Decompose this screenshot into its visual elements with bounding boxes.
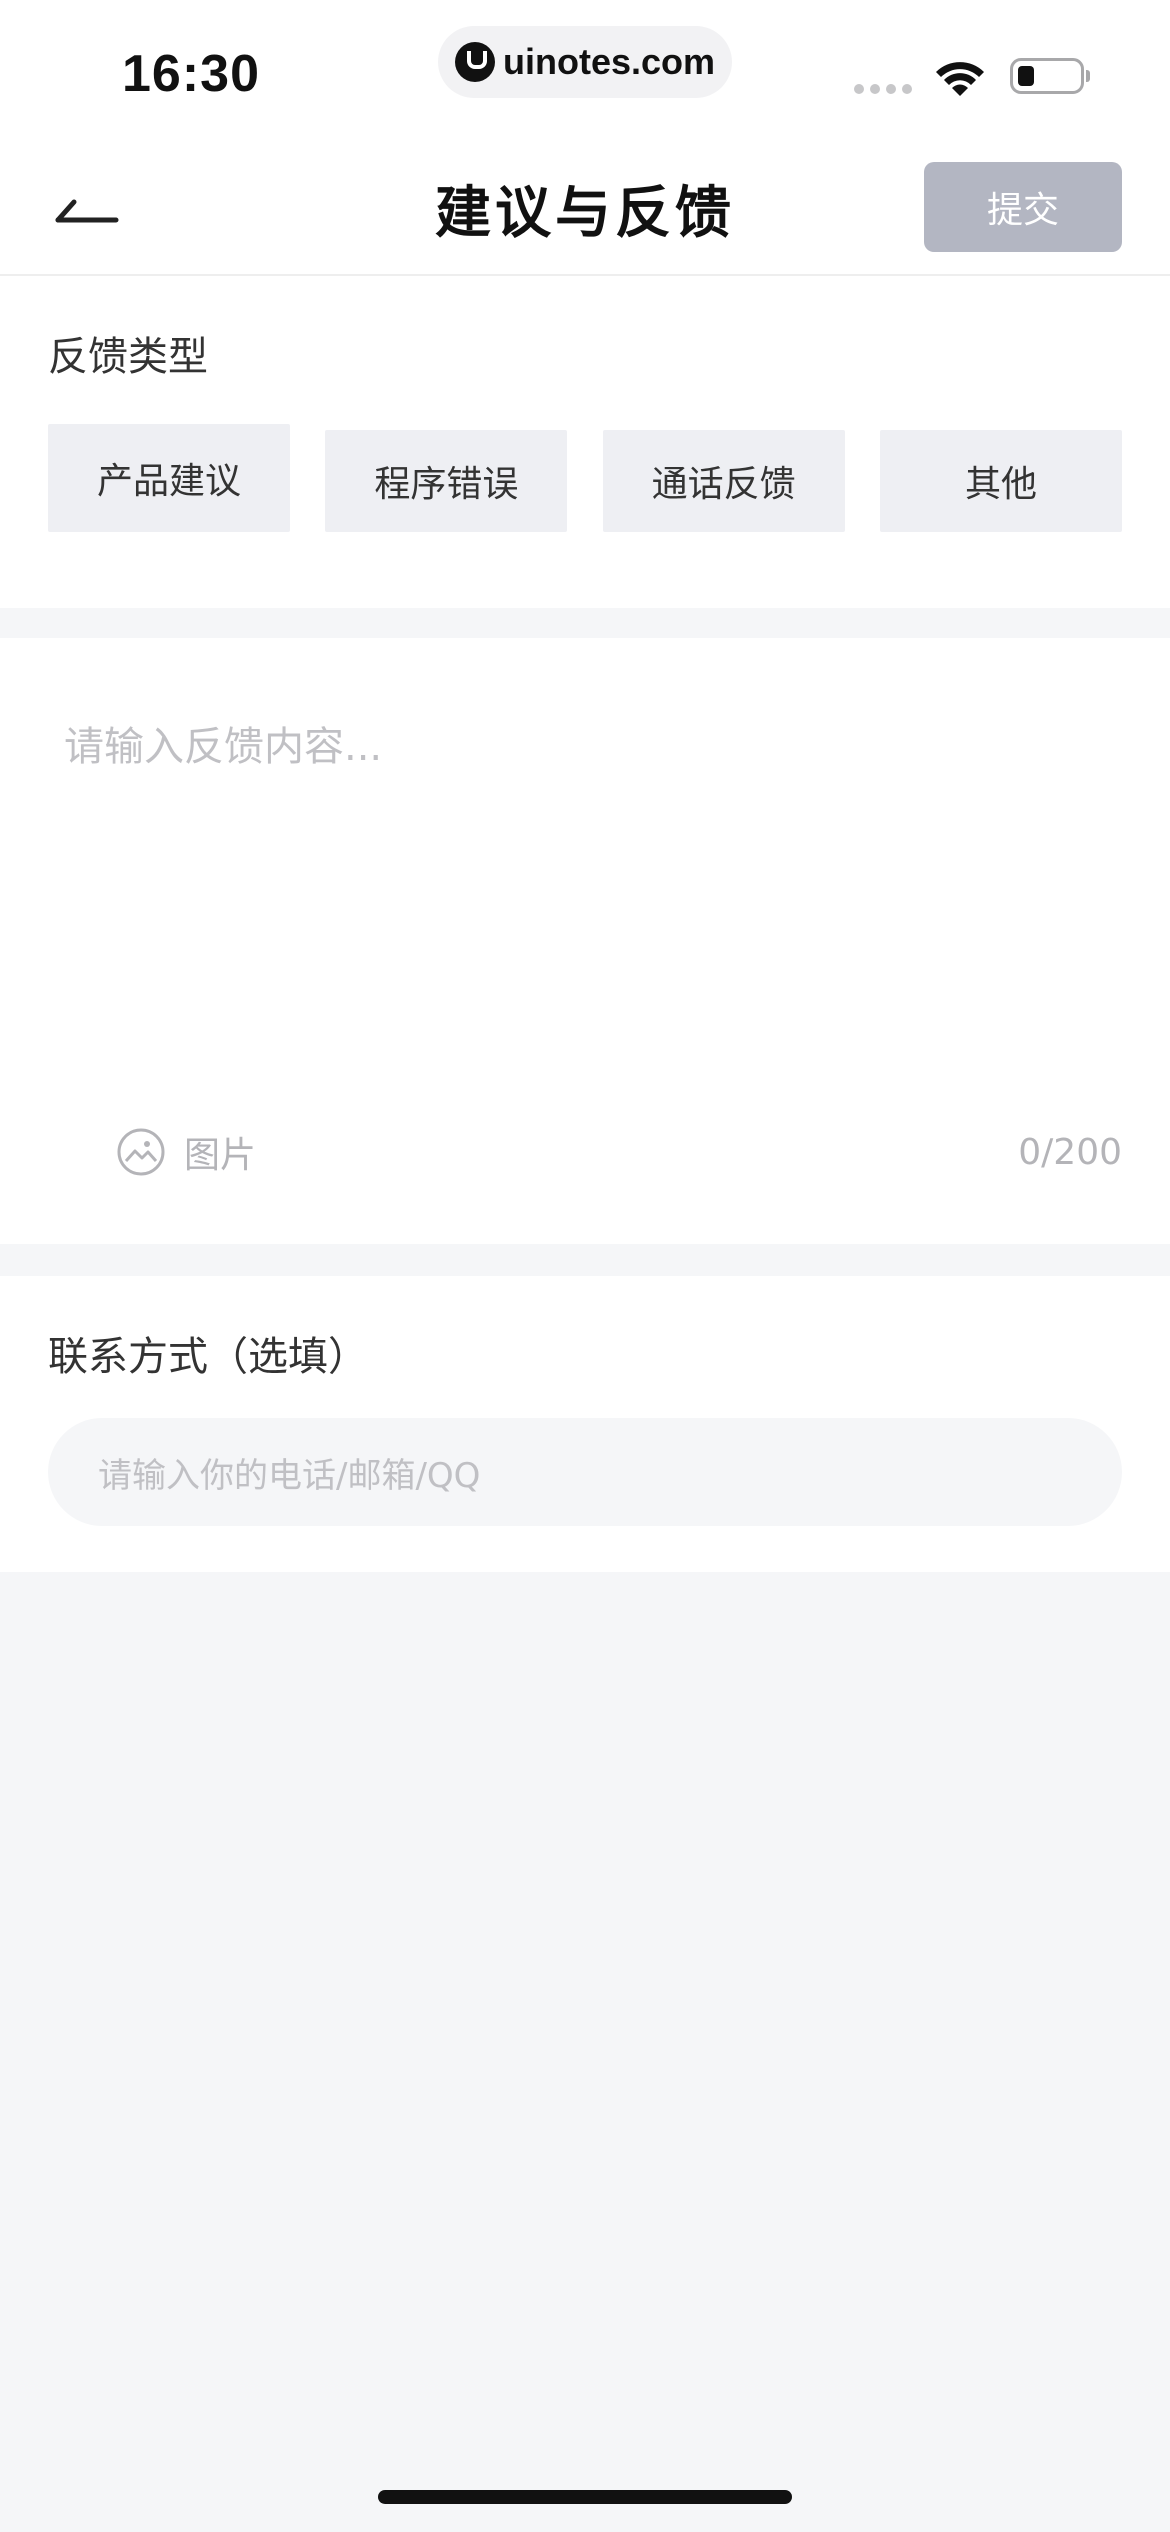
- type-option-other[interactable]: 其他: [879, 430, 1122, 532]
- feedback-textarea[interactable]: 请输入反馈内容...: [64, 714, 382, 772]
- feedback-content-section: 请输入反馈内容... 图片 0/200: [0, 638, 1170, 1244]
- char-count: 0/200: [1018, 1132, 1122, 1173]
- image-icon: [117, 1128, 165, 1176]
- contact-input[interactable]: 请输入你的电话/邮箱/QQ: [48, 1418, 1122, 1526]
- home-indicator: [378, 2490, 792, 2504]
- url-text: uinotes.com: [502, 41, 716, 82]
- type-option-program-error[interactable]: 程序错误: [325, 430, 568, 532]
- contact-section: 联系方式（选填） 请输入你的电话/邮箱/QQ: [0, 1276, 1170, 1572]
- add-image-button[interactable]: 图片: [116, 1126, 256, 1178]
- url-pill[interactable]: uinotes.com: [438, 26, 732, 98]
- feedback-type-options: 产品建议 程序错误 通话反馈 其他: [48, 424, 1122, 532]
- type-option-call-feedback[interactable]: 通话反馈: [602, 430, 845, 532]
- uinotes-logo-icon: [454, 42, 495, 82]
- contact-label: 联系方式（选填）: [48, 1334, 368, 1380]
- feedback-type-section: 反馈类型 产品建议 程序错误 通话反馈 其他: [0, 276, 1170, 608]
- status-bar: 16:30 uinotes.com: [0, 0, 1170, 140]
- add-image-label: 图片: [184, 1135, 257, 1176]
- wifi-icon: [936, 62, 984, 96]
- submit-button[interactable]: 提交: [924, 162, 1122, 252]
- feedback-type-label: 反馈类型: [48, 334, 208, 380]
- type-option-product-suggestion[interactable]: 产品建议: [48, 424, 290, 532]
- status-time: 16:30: [122, 45, 260, 103]
- nav-bar: 建议与反馈 提交: [0, 140, 1170, 276]
- battery-icon: [1010, 58, 1090, 94]
- cellular-signal-icon: [854, 84, 912, 94]
- feedback-page: 16:30 uinotes.com 建议与反馈 提交 反馈类型 产品建议 程序错…: [0, 0, 1170, 2532]
